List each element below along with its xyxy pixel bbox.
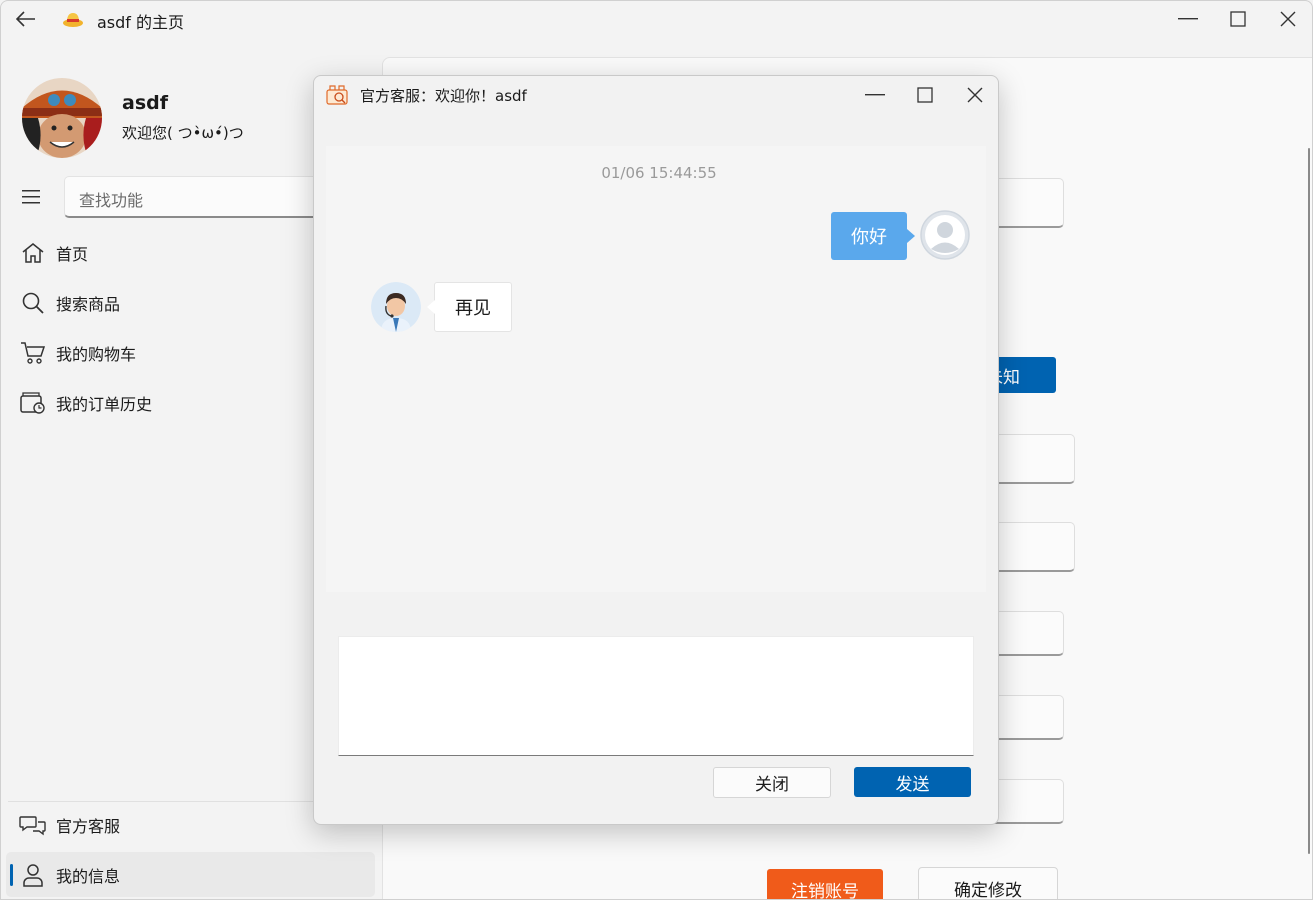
delete-account-button[interactable]: 注销账号: [767, 869, 883, 900]
scrollbar[interactable]: [1308, 148, 1310, 854]
service-message-bubble: 再见: [427, 282, 512, 332]
window-title: asdf 的主页: [97, 13, 185, 32]
maximize-button[interactable]: [1213, 0, 1263, 38]
nav-item-label: 我的订单历史: [56, 395, 153, 414]
nav-item-cart[interactable]: 我的购物车: [10, 333, 310, 373]
maximize-icon: [917, 87, 933, 103]
minimize-button[interactable]: [1163, 0, 1213, 38]
arrow-left-icon: [16, 11, 35, 27]
dialog-maximize-button[interactable]: [900, 76, 950, 114]
close-window-button[interactable]: [1263, 0, 1313, 38]
message-timestamp: 01/06 15:44:55: [601, 164, 717, 182]
nav-item-label: 首页: [56, 245, 89, 264]
profile-name: asdf: [122, 92, 168, 114]
nav-item-customer-service[interactable]: 官方客服: [10, 805, 310, 845]
nav-item-order-history[interactable]: 我的订单历史: [10, 383, 310, 423]
person-icon: [16, 861, 50, 889]
dialog-title: 官方客服：欢迎你！asdf: [360, 87, 527, 105]
nav-item-label: 官方客服: [56, 817, 121, 836]
nav-item-search[interactable]: 搜索商品: [10, 283, 310, 323]
message-input[interactable]: [338, 636, 974, 756]
order-history-icon: [16, 389, 50, 417]
cart-icon: [16, 339, 50, 367]
user-message-bubble: 你好: [831, 212, 915, 260]
dialog-minimize-button[interactable]: [850, 76, 900, 114]
nav-item-label: 我的信息: [56, 867, 121, 886]
straw-hat-icon: [63, 13, 83, 27]
main-titlebar: asdf 的主页: [0, 0, 1313, 38]
minimize-icon: [865, 94, 885, 96]
search-input[interactable]: 查找功能: [64, 176, 324, 218]
nav-item-label: 搜索商品: [56, 295, 121, 314]
dialog-close-button[interactable]: [950, 76, 1000, 114]
home-icon: [16, 239, 50, 267]
hamburger-icon: [22, 190, 40, 204]
user-avatar-icon: [920, 210, 970, 260]
maximize-icon: [1230, 11, 1246, 27]
chat-icon: [16, 811, 50, 839]
chat-history[interactable]: 01/06 15:44:55 你好 再见: [326, 146, 986, 592]
back-button[interactable]: [12, 6, 40, 32]
minimize-icon: [1178, 18, 1198, 20]
close-icon: [967, 87, 983, 103]
nav-item-home[interactable]: 首页: [10, 233, 310, 273]
nav-item-my-info[interactable]: 我的信息: [10, 855, 310, 895]
profile-greeting: 欢迎您( つ•̀ω•́)つ: [122, 124, 244, 142]
close-icon: [1280, 11, 1296, 27]
service-app-icon: [326, 85, 348, 105]
nav-item-label: 我的购物车: [56, 345, 137, 364]
customer-service-dialog: 官方客服：欢迎你！asdf 01/06 15:44:55 你好 再见 关闭 发送: [313, 75, 999, 825]
close-button[interactable]: 关闭: [713, 767, 831, 798]
menu-toggle-button[interactable]: [16, 182, 46, 212]
search-icon: [16, 289, 50, 317]
service-agent-avatar-icon: [371, 282, 421, 332]
send-button[interactable]: 发送: [854, 767, 971, 797]
confirm-changes-button[interactable]: 确定修改: [918, 867, 1058, 900]
avatar: [22, 78, 102, 158]
